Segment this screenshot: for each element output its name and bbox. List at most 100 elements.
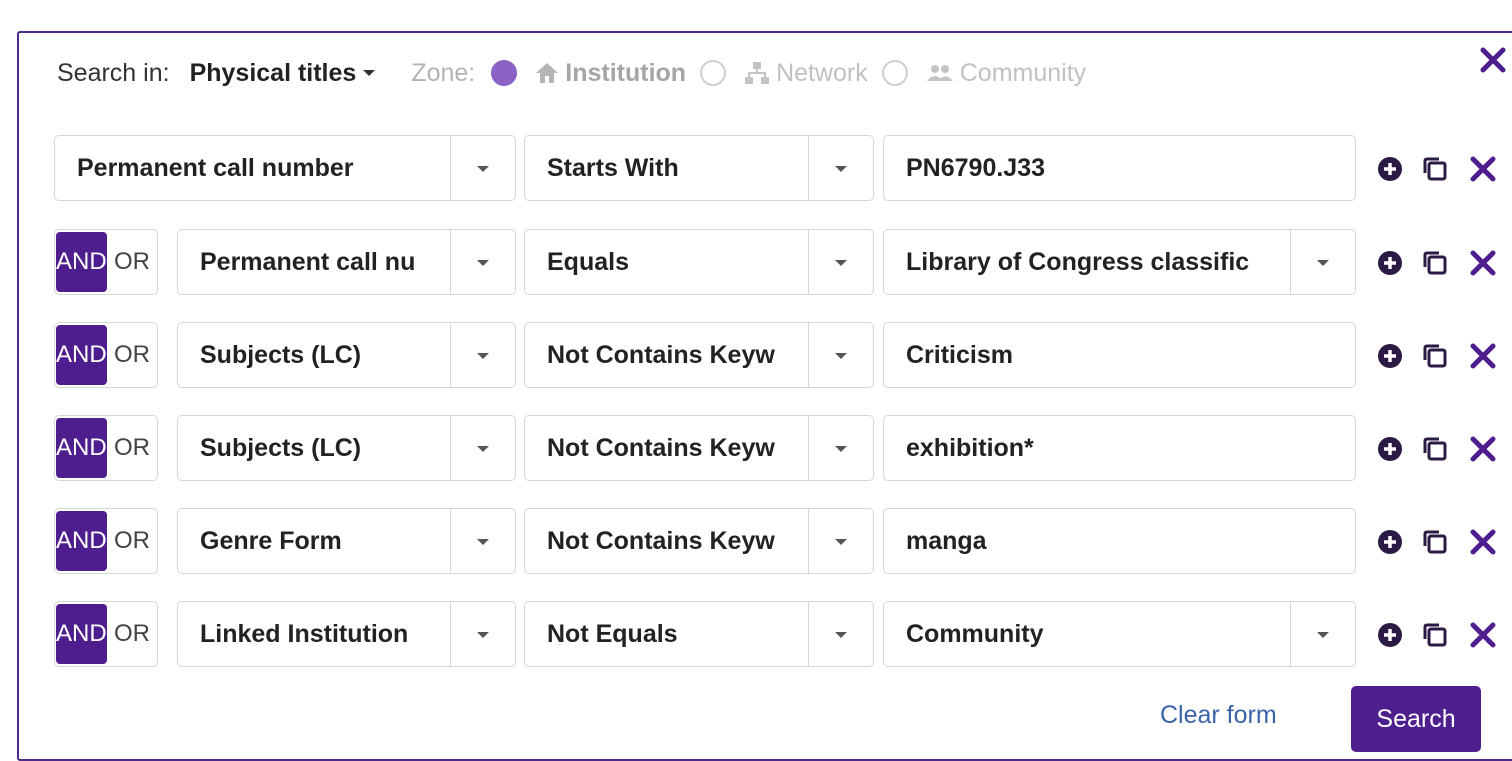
row-actions bbox=[1374, 526, 1504, 558]
or-option[interactable]: OR bbox=[114, 230, 150, 294]
or-option[interactable]: OR bbox=[114, 509, 150, 573]
condition-select[interactable]: Not Contains Keyw bbox=[524, 415, 874, 481]
condition-select-value: Not Equals bbox=[547, 620, 678, 648]
zone-radio-institution[interactable] bbox=[491, 60, 518, 86]
field-select[interactable]: Genre Form bbox=[177, 508, 516, 574]
chevron-down-icon[interactable] bbox=[808, 230, 873, 294]
field-select[interactable]: Permanent call number bbox=[54, 135, 516, 201]
condition-select[interactable]: Not Equals bbox=[524, 601, 874, 667]
row-actions bbox=[1374, 153, 1504, 185]
and-option[interactable]: AND bbox=[56, 232, 107, 292]
users-icon bbox=[926, 65, 953, 81]
value-select-text: Community bbox=[906, 620, 1044, 648]
duplicate-row-icon[interactable] bbox=[1419, 153, 1451, 185]
or-option[interactable]: OR bbox=[114, 323, 150, 387]
zone-option-network[interactable]: Network bbox=[744, 59, 868, 88]
condition-select[interactable]: Equals bbox=[524, 229, 874, 295]
field-select-value: Permanent call number bbox=[77, 154, 354, 182]
add-row-icon[interactable] bbox=[1374, 340, 1406, 372]
and-option[interactable]: AND bbox=[56, 418, 107, 478]
remove-row-icon[interactable] bbox=[1467, 153, 1499, 185]
row-actions bbox=[1374, 340, 1504, 372]
duplicate-row-icon[interactable] bbox=[1419, 340, 1451, 372]
search-in-label: Search in: bbox=[57, 58, 170, 87]
value-input-text: exhibition* bbox=[906, 434, 1034, 462]
field-select[interactable]: Subjects (LC) bbox=[177, 322, 516, 388]
value-input[interactable]: manga bbox=[883, 508, 1356, 574]
and-or-toggle[interactable]: AND OR bbox=[54, 508, 158, 574]
duplicate-row-icon[interactable] bbox=[1419, 433, 1451, 465]
add-row-icon[interactable] bbox=[1374, 526, 1406, 558]
zone-radio-network[interactable] bbox=[700, 60, 727, 86]
value-input[interactable]: exhibition* bbox=[883, 415, 1356, 481]
or-option[interactable]: OR bbox=[114, 602, 150, 666]
or-option[interactable]: OR bbox=[114, 416, 150, 480]
duplicate-row-icon[interactable] bbox=[1419, 619, 1451, 651]
search-header: Search in: Physical titles Zone: Institu… bbox=[57, 56, 1100, 90]
search-row-2: AND OR Permanent call nu Equals Library … bbox=[0, 229, 1512, 297]
value-select[interactable]: Library of Congress classific bbox=[883, 229, 1356, 295]
duplicate-row-icon[interactable] bbox=[1419, 526, 1451, 558]
row-actions bbox=[1374, 619, 1504, 651]
and-or-toggle[interactable]: AND OR bbox=[54, 601, 158, 667]
add-row-icon[interactable] bbox=[1374, 247, 1406, 279]
chevron-down-icon[interactable] bbox=[450, 602, 515, 666]
search-scope-dropdown[interactable]: Physical titles bbox=[190, 59, 376, 88]
chevron-down-icon[interactable] bbox=[450, 230, 515, 294]
remove-row-icon[interactable] bbox=[1467, 433, 1499, 465]
remove-row-icon[interactable] bbox=[1467, 526, 1499, 558]
search-button[interactable]: Search bbox=[1351, 686, 1481, 752]
chevron-down-icon bbox=[363, 70, 376, 76]
chevron-down-icon[interactable] bbox=[1290, 602, 1355, 666]
field-select-value: Permanent call nu bbox=[200, 248, 416, 276]
field-select[interactable]: Permanent call nu bbox=[177, 229, 516, 295]
condition-select-value: Starts With bbox=[547, 154, 679, 182]
condition-select[interactable]: Not Contains Keyw bbox=[524, 322, 874, 388]
and-option[interactable]: AND bbox=[56, 604, 107, 664]
and-or-toggle[interactable]: AND OR bbox=[54, 322, 158, 388]
chevron-down-icon[interactable] bbox=[450, 136, 515, 200]
and-option[interactable]: AND bbox=[56, 325, 107, 385]
add-row-icon[interactable] bbox=[1374, 153, 1406, 185]
search-scope-value: Physical titles bbox=[189, 58, 357, 87]
field-select-value: Linked Institution bbox=[200, 620, 409, 648]
value-input[interactable]: Criticism bbox=[883, 322, 1356, 388]
remove-row-icon[interactable] bbox=[1467, 619, 1499, 651]
field-select[interactable]: Linked Institution bbox=[177, 601, 516, 667]
zone-radio-community[interactable] bbox=[881, 60, 908, 86]
chevron-down-icon[interactable] bbox=[808, 136, 873, 200]
and-option[interactable]: AND bbox=[56, 511, 107, 571]
add-row-icon[interactable] bbox=[1374, 433, 1406, 465]
value-input-text: PN6790.J33 bbox=[906, 154, 1046, 182]
value-select-text: Library of Congress classific bbox=[906, 248, 1250, 276]
chevron-down-icon[interactable] bbox=[808, 509, 873, 573]
zone-option-community[interactable]: Community bbox=[926, 59, 1086, 88]
chevron-down-icon[interactable] bbox=[450, 416, 515, 480]
value-input[interactable]: PN6790.J33 bbox=[883, 135, 1356, 201]
chevron-down-icon[interactable] bbox=[808, 602, 873, 666]
zone-label: Zone: bbox=[411, 58, 476, 87]
network-icon bbox=[745, 62, 770, 84]
chevron-down-icon[interactable] bbox=[808, 323, 873, 387]
search-row-3: AND OR Subjects (LC) Not Contains Keyw C… bbox=[0, 322, 1512, 390]
value-select[interactable]: Community bbox=[883, 601, 1356, 667]
zone-option-institution[interactable]: Institution bbox=[535, 59, 686, 88]
chevron-down-icon[interactable] bbox=[450, 323, 515, 387]
condition-select[interactable]: Starts With bbox=[524, 135, 874, 201]
clear-form-link[interactable]: Clear form bbox=[1160, 701, 1277, 730]
chevron-down-icon[interactable] bbox=[450, 509, 515, 573]
condition-select-value: Not Contains Keyw bbox=[547, 527, 775, 555]
condition-select-value: Not Contains Keyw bbox=[547, 434, 775, 462]
and-or-toggle[interactable]: AND OR bbox=[54, 229, 158, 295]
chevron-down-icon[interactable] bbox=[1290, 230, 1355, 294]
duplicate-row-icon[interactable] bbox=[1419, 247, 1451, 279]
remove-row-icon[interactable] bbox=[1467, 247, 1499, 279]
add-row-icon[interactable] bbox=[1374, 619, 1406, 651]
and-or-toggle[interactable]: AND OR bbox=[54, 415, 158, 481]
chevron-down-icon[interactable] bbox=[808, 416, 873, 480]
close-icon[interactable] bbox=[1478, 45, 1508, 75]
remove-row-icon[interactable] bbox=[1467, 340, 1499, 372]
condition-select[interactable]: Not Contains Keyw bbox=[524, 508, 874, 574]
field-select[interactable]: Subjects (LC) bbox=[177, 415, 516, 481]
search-row-4: AND OR Subjects (LC) Not Contains Keyw e… bbox=[0, 415, 1512, 483]
